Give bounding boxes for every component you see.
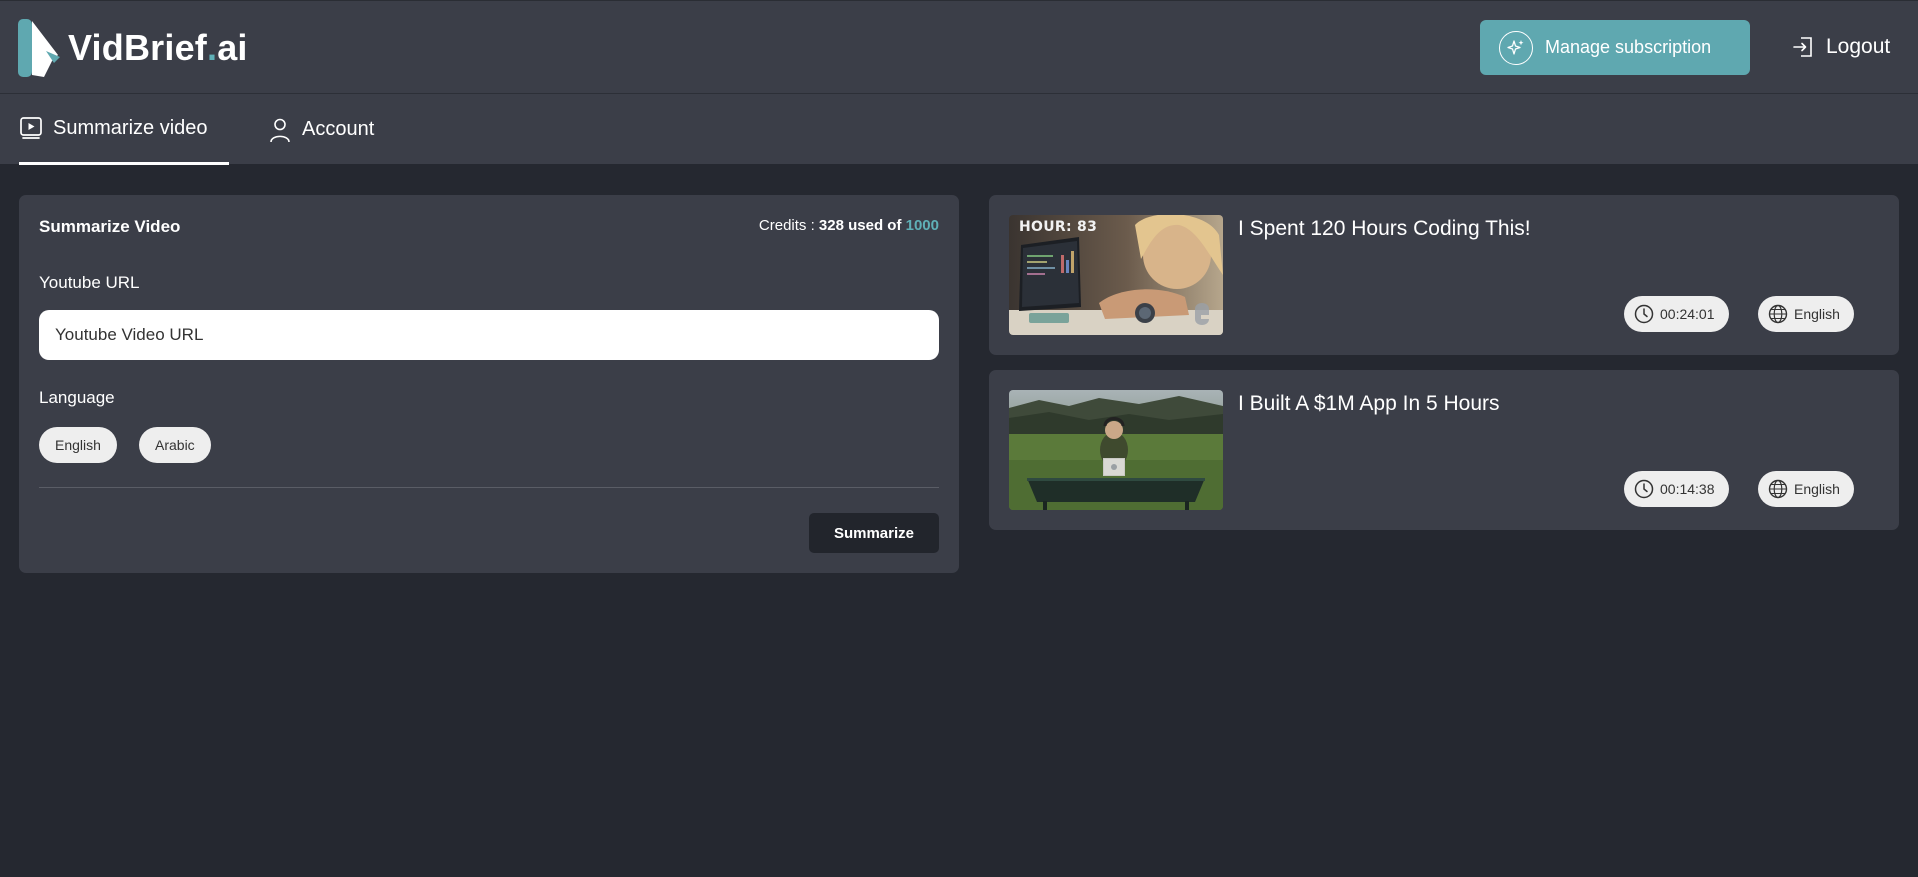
globe-icon <box>1768 304 1788 324</box>
language-label: Language <box>39 388 115 407</box>
summarize-button[interactable]: Summarize <box>809 513 939 553</box>
panel-title: Summarize Video <box>39 217 181 236</box>
globe-icon <box>1768 479 1788 499</box>
tab-account-label: Account <box>302 118 375 140</box>
duration-label: 00:24:01 <box>1660 306 1715 322</box>
divider <box>39 487 939 488</box>
tab-account[interactable]: Account <box>268 94 374 165</box>
youtube-url-input[interactable] <box>39 310 939 360</box>
language-badge: English <box>1758 471 1854 507</box>
thumbnail-caption: HOUR: 83 <box>1019 219 1098 235</box>
video-thumbnail <box>1009 390 1223 510</box>
logout-label: Logout <box>1826 35 1891 58</box>
clock-icon <box>1634 479 1654 499</box>
video-title: I Spent 120 Hours Coding This! <box>1238 217 1531 240</box>
summarize-panel: Summarize Video Credits : 328 used of 10… <box>19 195 959 573</box>
logout-icon <box>1793 37 1812 57</box>
duration-badge: 00:14:38 <box>1624 471 1729 507</box>
logo[interactable]: VidBrief.ai <box>18 17 248 79</box>
language-chip-arabic[interactable]: Arabic <box>139 427 211 463</box>
tab-summarize-video-label: Summarize video <box>53 116 208 139</box>
manage-subscription-label: Manage subscription <box>1545 37 1712 57</box>
language-label: English <box>1794 481 1840 497</box>
logo-mark-icon <box>18 19 60 77</box>
clock-icon <box>1634 304 1654 324</box>
language-badge: English <box>1758 296 1854 332</box>
credits-info: Credits : 328 used of 1000 <box>758 217 939 234</box>
manage-subscription-button[interactable]: Manage subscription <box>1480 20 1750 75</box>
logout-button[interactable]: Logout <box>1792 29 1890 65</box>
video-card[interactable]: I Built A $1M App In 5 Hours 00:14:38 En… <box>989 370 1899 530</box>
language-label: English <box>1794 306 1840 322</box>
user-icon <box>270 118 290 142</box>
tab-summarize-video[interactable]: Summarize video <box>19 94 229 165</box>
sparkles-icon <box>1499 30 1533 65</box>
youtube-url-label: Youtube URL <box>39 273 140 292</box>
video-title: I Built A $1M App In 5 Hours <box>1238 392 1500 415</box>
tab-bar: Summarize video Account <box>0 93 1918 165</box>
language-chip-english[interactable]: English <box>39 427 117 463</box>
top-header: VidBrief.ai Manage subscription Logout <box>0 0 1918 93</box>
logo-text: VidBrief.ai <box>68 27 248 68</box>
duration-label: 00:14:38 <box>1660 481 1715 497</box>
play-square-icon <box>20 117 42 139</box>
video-thumbnail: HOUR: 83 <box>1009 215 1223 335</box>
duration-badge: 00:24:01 <box>1624 296 1729 332</box>
video-card[interactable]: HOUR: 83 I Spent 120 Hours Coding This! … <box>989 195 1899 355</box>
